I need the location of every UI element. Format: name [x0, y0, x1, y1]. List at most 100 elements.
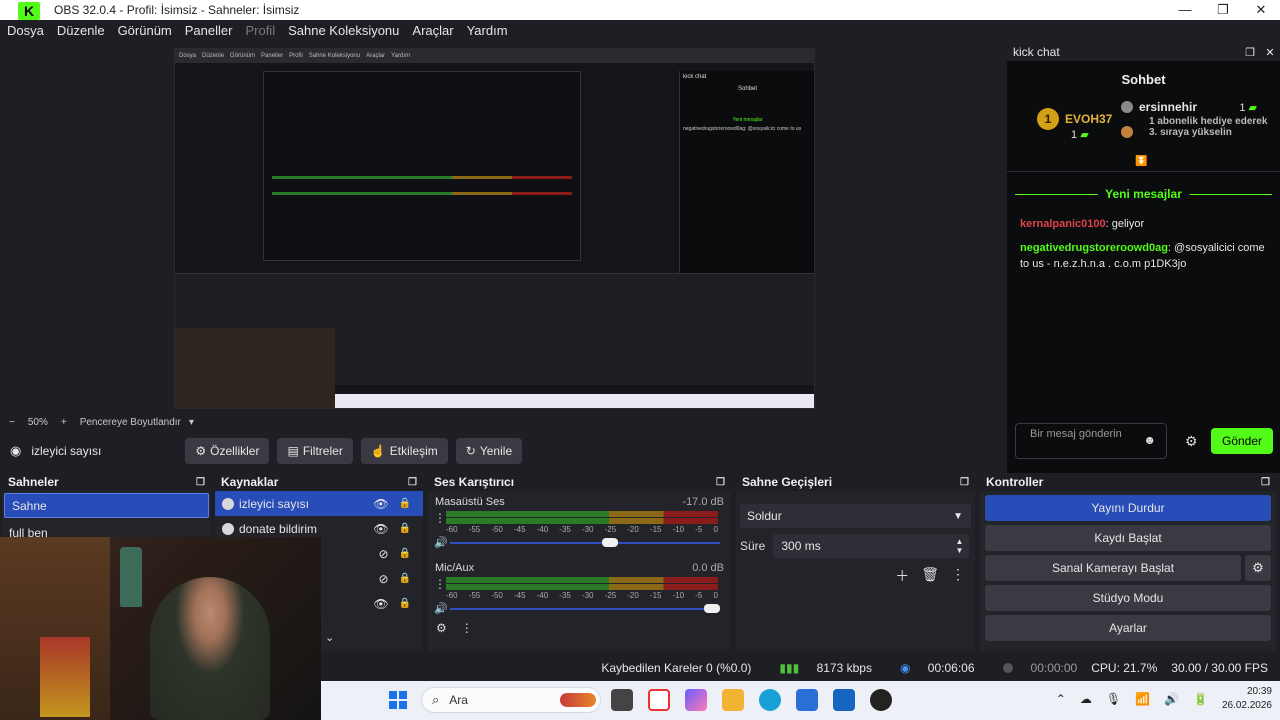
- chat-username[interactable]: kernalpanic0100: [1020, 218, 1106, 230]
- lock-icon[interactable]: 🔒: [399, 498, 411, 509]
- volume-knob[interactable]: [602, 537, 618, 547]
- store-icon[interactable]: [796, 689, 818, 711]
- float-icon[interactable]: ❐: [196, 477, 205, 488]
- menu-bar: Dosya Düzenle Görünüm Paneller Profil Sa…: [0, 20, 1280, 41]
- edge-icon[interactable]: [759, 689, 781, 711]
- cloud-icon[interactable]: ☁: [1080, 692, 1092, 706]
- menu-tools[interactable]: Araçlar: [412, 23, 453, 38]
- mixer-menu-icon[interactable]: ⋮: [461, 621, 473, 635]
- nested-webcam: [175, 328, 335, 408]
- float-icon[interactable]: ❐: [408, 477, 417, 488]
- zoom-in-button[interactable]: +: [61, 417, 67, 428]
- gear-icon[interactable]: ⚙: [1245, 555, 1271, 581]
- mic-icon[interactable]: 🎙: [1106, 692, 1121, 706]
- chevron-up-icon[interactable]: ⌃: [1056, 692, 1066, 706]
- channel-db: -17.0 dB: [682, 496, 724, 508]
- settings-button[interactable]: Ayarlar: [985, 615, 1271, 641]
- system-tray: ⌃ ☁ 🎙 📶 🔊 🔋 20:39 26.02.2026: [1056, 685, 1272, 713]
- float-icon[interactable]: ❐: [1240, 46, 1260, 59]
- speaker-icon[interactable]: 🔊: [434, 602, 450, 615]
- menu-help[interactable]: Yardım: [467, 23, 508, 38]
- send-button[interactable]: Gönder: [1211, 428, 1273, 454]
- transition-select[interactable]: Soldur ▼: [740, 504, 971, 528]
- chat-message-input[interactable]: Bir mesaj gönderin ☻: [1015, 423, 1167, 459]
- lock-icon[interactable]: 🔒: [399, 548, 411, 559]
- speaker-icon[interactable]: 🔊: [434, 536, 450, 549]
- copilot-icon[interactable]: [685, 689, 707, 711]
- filters-button[interactable]: ▤ Filtreler: [277, 437, 353, 464]
- chat-settings-icon[interactable]: ⚙: [1185, 433, 1198, 450]
- gifter2-name: ersinnehir: [1139, 100, 1198, 114]
- preview-canvas[interactable]: Dosya Düzenle Görünüm Paneller Profil Sa…: [174, 48, 815, 409]
- scene-item[interactable]: Sahne: [4, 493, 209, 518]
- chat-username[interactable]: negativedrugstoreroowd0ag: [1020, 242, 1168, 254]
- menu-docks[interactable]: Paneller: [185, 23, 233, 38]
- close-icon[interactable]: ✕: [1260, 46, 1280, 59]
- lock-icon[interactable]: 🔒: [399, 598, 411, 609]
- channel-menu-icon[interactable]: ⋮: [434, 511, 446, 525]
- minimize-button[interactable]: —: [1166, 2, 1204, 18]
- volume-slider[interactable]: [450, 537, 720, 549]
- float-icon[interactable]: ❐: [716, 477, 725, 488]
- fit-to-window[interactable]: Pencereye Boyutlandır ▾: [80, 417, 207, 428]
- eye-hidden-icon[interactable]: ⊘: [378, 572, 388, 586]
- emoji-icon[interactable]: ☻: [1143, 434, 1156, 447]
- float-icon[interactable]: ❐: [1261, 477, 1270, 488]
- tick: -55: [468, 591, 481, 600]
- eye-icon[interactable]: 👁: [373, 497, 388, 511]
- wifi-icon[interactable]: 📶: [1135, 692, 1150, 706]
- chevron-down-icon[interactable]: ⌄: [325, 631, 334, 644]
- float-icon[interactable]: ❐: [960, 477, 969, 488]
- task-view-icon[interactable]: [611, 689, 633, 711]
- volume-slider[interactable]: [450, 603, 720, 615]
- eye-icon[interactable]: 👁: [373, 597, 388, 611]
- spinner-icon[interactable]: ▲ ▼: [955, 537, 963, 555]
- taskbar-search[interactable]: ⌕ Ara: [421, 687, 601, 713]
- top-gifter-count-value: 1: [1071, 129, 1078, 141]
- close-button[interactable]: ✕: [1242, 2, 1280, 18]
- lock-icon[interactable]: 🔒: [399, 573, 411, 584]
- refresh-button[interactable]: ↻ Yenile: [455, 437, 523, 464]
- gift-icon: ▰: [1080, 129, 1089, 141]
- battery-icon[interactable]: 🔋: [1193, 692, 1208, 706]
- trash-icon[interactable]: 🗑: [921, 566, 939, 586]
- channel-menu-icon[interactable]: ⋮: [434, 577, 446, 591]
- lock-icon[interactable]: 🔒: [399, 523, 411, 534]
- maximize-button[interactable]: ❐: [1204, 2, 1242, 18]
- volume-knob[interactable]: [704, 603, 720, 613]
- clock[interactable]: 20:39 26.02.2026: [1222, 685, 1272, 713]
- eye-hidden-icon[interactable]: ⊘: [378, 547, 388, 561]
- outlook-icon[interactable]: [833, 689, 855, 711]
- menu-scene-collection[interactable]: Sahne Koleksiyonu: [288, 23, 399, 38]
- tick: -45: [513, 591, 526, 600]
- title-bar: K OBS 32.0.4 - Profil: İsimsiz - Sahnele…: [0, 0, 1280, 20]
- eye-icon[interactable]: 👁: [373, 522, 388, 536]
- opera-icon[interactable]: [648, 689, 670, 711]
- menu-file[interactable]: Dosya: [7, 23, 44, 38]
- windows-start-icon[interactable]: [389, 691, 407, 709]
- preview-area[interactable]: Dosya Düzenle Görünüm Paneller Profil Sa…: [0, 41, 1003, 414]
- interact-button[interactable]: ☝ Etkileşim: [360, 437, 448, 464]
- advanced-audio-icon[interactable]: ⚙: [436, 621, 447, 635]
- volume-icon[interactable]: 🔊: [1164, 692, 1179, 706]
- source-item[interactable]: izleyici sayısı 👁 🔒: [215, 491, 423, 516]
- file-explorer-icon[interactable]: [722, 689, 744, 711]
- stop-streaming-button[interactable]: Yayını Durdur: [985, 495, 1271, 521]
- scroll-down-icon[interactable]: ⏬: [1135, 156, 1147, 167]
- menu-view[interactable]: Görünüm: [118, 23, 172, 38]
- obs-icon[interactable]: [870, 689, 892, 711]
- duration-input[interactable]: 300 ms ▲ ▼: [773, 534, 970, 558]
- start-virtual-camera-button[interactable]: Sanal Kamerayı Başlat: [985, 555, 1241, 581]
- menu-edit[interactable]: Düzenle: [57, 23, 105, 38]
- second-gifter[interactable]: ersinnehir 1 ▰ 1 abonelik hediye ederek …: [1121, 100, 1271, 138]
- zoom-out-button[interactable]: −: [9, 417, 15, 428]
- menu-profile[interactable]: Profil: [245, 23, 275, 38]
- studio-mode-button[interactable]: Stüdyo Modu: [985, 585, 1271, 611]
- properties-button[interactable]: ⚙ Özellikler: [185, 437, 270, 464]
- add-icon[interactable]: ＋: [895, 566, 909, 586]
- start-recording-button[interactable]: Kaydı Başlat: [985, 525, 1271, 551]
- source-toolbar: ◉ izleyici sayısı ⚙ Özellikler ▤ Filtreler…: [0, 432, 1003, 469]
- top-gifter[interactable]: 1 EVOH37 1 ▰: [1037, 108, 1112, 141]
- more-icon[interactable]: ⋮: [951, 566, 965, 586]
- tick: -40: [536, 525, 549, 534]
